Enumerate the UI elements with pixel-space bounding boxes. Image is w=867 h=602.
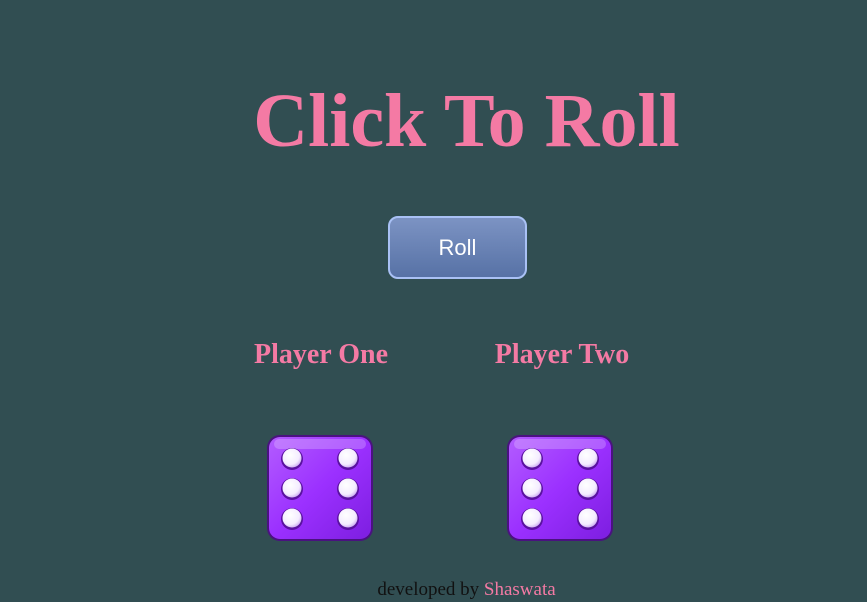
roll-button[interactable]: Roll (388, 216, 527, 279)
die-pip (522, 448, 542, 468)
die-pip (282, 508, 302, 528)
die-pip (578, 448, 598, 468)
die-pip (338, 508, 358, 528)
die-pip (578, 508, 598, 528)
die-pip (282, 448, 302, 468)
page-title: Click To Roll (253, 79, 680, 163)
die-pip (282, 478, 302, 498)
player-two-label: Player Two (494, 339, 630, 370)
die-pip (522, 478, 542, 498)
game-stage: Click To Roll Roll Player One Player Two… (0, 0, 867, 602)
footer-author: Shaswata (483, 579, 556, 600)
die-pip (338, 478, 358, 498)
player-one-die (267, 435, 373, 541)
die-pip (578, 478, 598, 498)
footer-prefix: developed by (377, 579, 480, 600)
die-pip (338, 448, 358, 468)
footer-credit: developed by Shaswata (0, 579, 867, 601)
player-two-die (507, 435, 613, 541)
die-pip (522, 508, 542, 528)
player-one-label: Player One (253, 339, 388, 370)
